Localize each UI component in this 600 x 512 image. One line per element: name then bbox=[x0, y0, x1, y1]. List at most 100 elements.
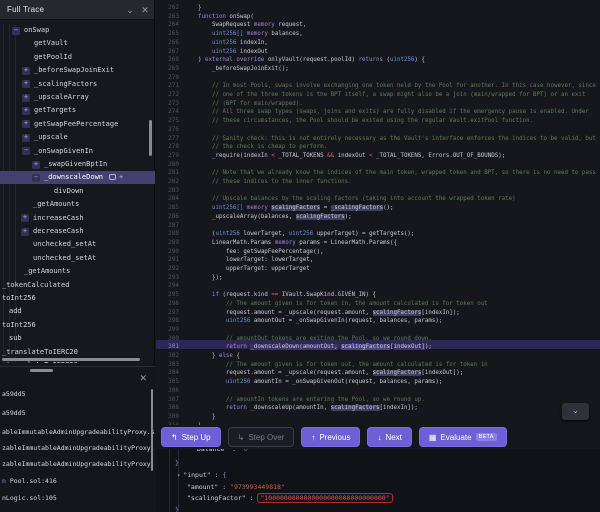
stack-frame[interactable]: n Pool.sol:416 bbox=[2, 477, 57, 485]
inspector-line: "amount" : "973993449818" bbox=[187, 483, 285, 492]
expand-icon[interactable]: + bbox=[22, 80, 30, 88]
previous-button[interactable]: ↑ Previous bbox=[301, 427, 360, 447]
code-line: 303 // The amount given is for token out… bbox=[156, 358, 600, 367]
trace-item-tokenCalculated[interactable]: _tokenCalculated bbox=[0, 279, 155, 292]
trace-item-getAmounts[interactable]: _getAmounts bbox=[0, 265, 155, 278]
expand-icon[interactable]: + bbox=[21, 228, 29, 236]
trace-item-increaseCash[interactable]: +increaseCash bbox=[0, 212, 155, 225]
code-line: 292 upperTarget: upperTarget bbox=[156, 262, 600, 271]
trace-item-downscaleDown[interactable]: −_downscaleDown+ bbox=[0, 171, 155, 184]
trace-item-getVault[interactable]: getVault bbox=[0, 37, 155, 50]
code-line: 265 uint256[] memory balances, bbox=[156, 27, 600, 36]
code-line: 284 // Upscale balances by the scaling f… bbox=[156, 192, 600, 201]
code-line: 309 } bbox=[156, 410, 600, 419]
step-up-arrow-icon: ↰ bbox=[171, 433, 178, 442]
collapse-icon[interactable]: − bbox=[22, 147, 30, 155]
trace-item-uncheckedsetAt[interactable]: unchecked_setAt bbox=[0, 238, 155, 251]
inspector-line: } bbox=[175, 459, 179, 468]
stack-vertical-scrollbar[interactable] bbox=[151, 389, 154, 471]
trace-sidebar: Full Trace ⌄ ✕ −onSwapgetVaultgetPoolId+… bbox=[0, 0, 155, 512]
trace-item-swapGivenBptIn[interactable]: +_swapGivenBptIn bbox=[0, 158, 155, 171]
code-line: 306 bbox=[156, 384, 600, 393]
expand-icon[interactable]: + bbox=[22, 120, 30, 128]
code-line: 262} bbox=[156, 1, 600, 10]
code-line: 288 (uint256 lowerTarget, uint256 upperT… bbox=[156, 227, 600, 236]
button-label: Evaluate bbox=[440, 433, 471, 442]
stack-frame[interactable]: nLogic.sol:105 bbox=[2, 494, 57, 502]
button-label: Previous bbox=[319, 433, 350, 442]
arrow-up-icon: ↑ bbox=[311, 433, 315, 442]
trace-item-beforeSwapJoinExit[interactable]: +_beforeSwapJoinExit bbox=[0, 64, 155, 77]
code-line: 278 // the check is cheap to perform. bbox=[156, 140, 600, 149]
code-editor: 262}263function onSwap(264 SwapRequest m… bbox=[156, 0, 600, 450]
trace-item-label: _upscaleArray bbox=[34, 93, 89, 101]
trace-item-decreaseCash[interactable]: + decreaseCash bbox=[0, 225, 155, 238]
trace-item-label: _onSwapGivenIn bbox=[34, 147, 93, 155]
close-icon[interactable]: ✕ bbox=[139, 3, 151, 17]
tree-horizontal-scrollbar[interactable] bbox=[2, 358, 140, 361]
caret-down-icon[interactable]: ▾ bbox=[177, 473, 180, 479]
stack-frame[interactable]: ableImmutableAdminUpgradeabilityProxy.so… bbox=[2, 428, 155, 436]
comment-icon[interactable] bbox=[109, 174, 116, 180]
trace-item-scalingFactors[interactable]: + _scalingFactors bbox=[0, 78, 155, 91]
trace-header: Full Trace ⌄ ✕ bbox=[0, 0, 154, 20]
step-over-button[interactable]: ↳Step Over bbox=[228, 427, 295, 447]
chevron-down-icon[interactable]: ⌄ bbox=[124, 3, 136, 17]
expand-icon[interactable]: + bbox=[22, 107, 30, 115]
expand-icon[interactable]: + bbox=[22, 134, 30, 142]
trace-item-onSwapGivenIn[interactable]: −_onSwapGivenIn bbox=[0, 145, 155, 158]
trace-item-upscale[interactable]: + _upscale bbox=[0, 131, 155, 144]
stack-frame[interactable]: a59dd5 bbox=[2, 390, 25, 398]
trace-item-label: onSwap bbox=[24, 26, 49, 34]
trace-item-onSwap[interactable]: −onSwap bbox=[0, 24, 155, 37]
trace-item-label: decreaseCash bbox=[33, 227, 84, 235]
trace-item-sub[interactable]: sub bbox=[0, 332, 155, 345]
stack-frame[interactable]: zableImmutableAdminUpgradeabilityProxy.s… bbox=[2, 460, 155, 468]
inspector-line: ▾"input" : { bbox=[177, 471, 226, 481]
trace-item-translateToIERC20[interactable]: _translateToIERC20 bbox=[0, 346, 155, 359]
code-line: 297 request.amount = _upscale(request.am… bbox=[156, 306, 600, 315]
trace-item-uncheckedsetAt[interactable]: unchecked_setAt bbox=[0, 252, 155, 265]
tree-vertical-scrollbar[interactable] bbox=[149, 120, 152, 156]
debug-toolbar: ↰Step Up↳Step Over↑Previous↓Next▦Evaluat… bbox=[156, 425, 600, 449]
trace-item-label: _translateToIERC20 bbox=[2, 361, 78, 363]
trace-item-add[interactable]: add bbox=[0, 305, 155, 318]
code-line: 271 // In most Pools, swaps involve exch… bbox=[156, 79, 600, 88]
trace-item-upscaleArray[interactable]: + _upscaleArray bbox=[0, 91, 155, 104]
code-line: 276 bbox=[156, 123, 600, 132]
trace-item-getPoolId[interactable]: getPoolId bbox=[0, 51, 155, 64]
step-up-button[interactable]: ↰Step Up bbox=[161, 427, 221, 447]
beta-badge: BETA bbox=[476, 433, 497, 441]
expand-icon[interactable]: + bbox=[22, 94, 30, 102]
trace-item-label: toInt256 bbox=[2, 321, 36, 329]
trace-item-toInt256[interactable]: toInt256 bbox=[0, 292, 155, 305]
code-line: 307 // amountIn tokens are entering the … bbox=[156, 393, 600, 402]
expand-icon[interactable]: + bbox=[22, 67, 30, 75]
evaluate-button[interactable]: ▦EvaluateBETA bbox=[419, 427, 507, 447]
trace-item-label: _tokenCalculated bbox=[2, 281, 69, 289]
collapse-icon[interactable]: − bbox=[32, 174, 40, 182]
trace-item-label: _scalingFactors bbox=[34, 80, 97, 88]
trace-item-label: unchecked_setAt bbox=[33, 240, 96, 248]
trace-item-divDown[interactable]: divDown bbox=[0, 185, 155, 198]
expand-icon[interactable]: + bbox=[32, 161, 40, 169]
trace-item-label: _upscale bbox=[34, 133, 68, 141]
stack-frame[interactable]: a59dd5 bbox=[2, 409, 25, 417]
next-button[interactable]: ↓Next bbox=[367, 427, 411, 447]
trace-item-toInt256[interactable]: toInt256 bbox=[0, 319, 155, 332]
trace-item-getTargets[interactable]: +getTargets bbox=[0, 104, 155, 117]
code-line: 281 // Note that we already know the ind… bbox=[156, 166, 600, 175]
code-line: 285 uint256[] memory scalingFactors = _s… bbox=[156, 201, 600, 210]
close-icon[interactable]: ✕ bbox=[139, 373, 147, 384]
button-label: Next bbox=[385, 433, 401, 442]
stack-frame[interactable]: zableImmutableAdminUpgradeabilityProxy.s… bbox=[2, 444, 155, 452]
expand-icon[interactable]: + bbox=[21, 214, 29, 222]
code-line: 308 return _downscaleUp(amountIn, scalin… bbox=[156, 401, 600, 410]
stack-horizontal-scrollbar[interactable] bbox=[30, 369, 53, 372]
trace-item-getSwapFeePercentage[interactable]: +getSwapFeePercentage bbox=[0, 118, 155, 131]
collapse-icon[interactable]: − bbox=[12, 27, 20, 35]
step-over-arrow-icon: ↳ bbox=[238, 433, 245, 442]
chevron-down-icon[interactable]: ⌄ bbox=[562, 403, 589, 420]
add-comment-icon[interactable]: + bbox=[119, 173, 123, 181]
trace-item-getAmounts[interactable]: _getAmounts bbox=[0, 198, 155, 211]
